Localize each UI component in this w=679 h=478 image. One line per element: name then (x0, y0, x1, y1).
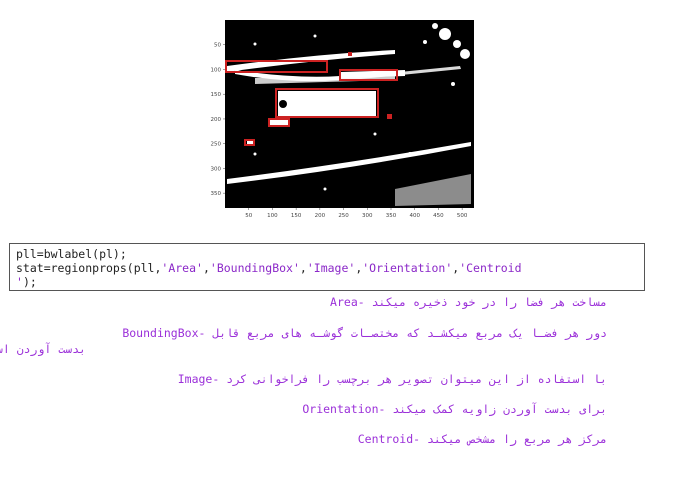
y-tick-label: 150 (211, 92, 222, 98)
x-tick-label: 450 (433, 213, 444, 219)
desc-area: Area- مساخت هر فضا را در خود ذخیره میکند (330, 295, 607, 309)
arg-orientation: 'Orientation' (362, 261, 453, 275)
labeled-image-figure: 50 100 150 200 250 300 350 400 450 500 50 100 150 20… (195, 14, 485, 224)
x-tick-label: 400 (409, 213, 420, 219)
small-region-mark (348, 52, 352, 56)
y-tick-label: 300 (211, 166, 222, 172)
x-tick-label: 300 (362, 213, 373, 219)
arg-centroid: 'Centroid (459, 261, 522, 275)
desc-image: Image- با استفاده از این میتوان تصویر هر… (177, 372, 607, 386)
y-tick-label: 100 (211, 67, 222, 73)
arg-boundingbox: 'BoundingBox' (209, 261, 300, 275)
x-tick-label: 250 (338, 213, 349, 219)
x-tick-label: 150 (291, 213, 302, 219)
desc-centroid: Centroid- مرکز هر مربع را مشخص میکند (357, 432, 607, 446)
y-tick-label: 350 (211, 191, 222, 197)
arg-image: 'Image' (306, 261, 356, 275)
code-line-3: '); (16, 275, 37, 289)
small-region-mark (387, 114, 392, 119)
y-tick-label: 250 (211, 142, 222, 148)
arg-area: 'Area' (161, 261, 203, 275)
x-tick-label: 200 (315, 213, 326, 219)
code-line-1: pll=bwlabel(pl); (16, 247, 127, 261)
x-axis-ticks: 50 100 150 200 250 300 350 400 450 500 (245, 208, 468, 219)
y-axis-ticks: 50 100 150 200 250 300 350 (211, 43, 225, 197)
x-tick-label: 350 (386, 213, 397, 219)
code-line-2: stat=regionprops(pll,'Area','BoundingBox… (16, 261, 522, 275)
figure-svg: 50 100 150 200 250 300 350 400 450 500 50 100 150 20… (211, 20, 474, 219)
x-tick-label: 100 (267, 213, 278, 219)
y-tick-label: 50 (214, 43, 221, 49)
desc-boundingbox: BoundingBox- دور هر فضـا یک مربع میکشـد … (122, 326, 607, 340)
y-tick-label: 200 (211, 117, 222, 123)
code-box: pll=bwlabel(pl); stat=regionprops(pll,'A… (9, 243, 645, 291)
x-tick-label: 50 (245, 213, 252, 219)
desc-orientation: Orientation- برای بدست آوردن زاویه کمک م… (302, 402, 607, 416)
x-tick-label: 500 (457, 213, 468, 219)
